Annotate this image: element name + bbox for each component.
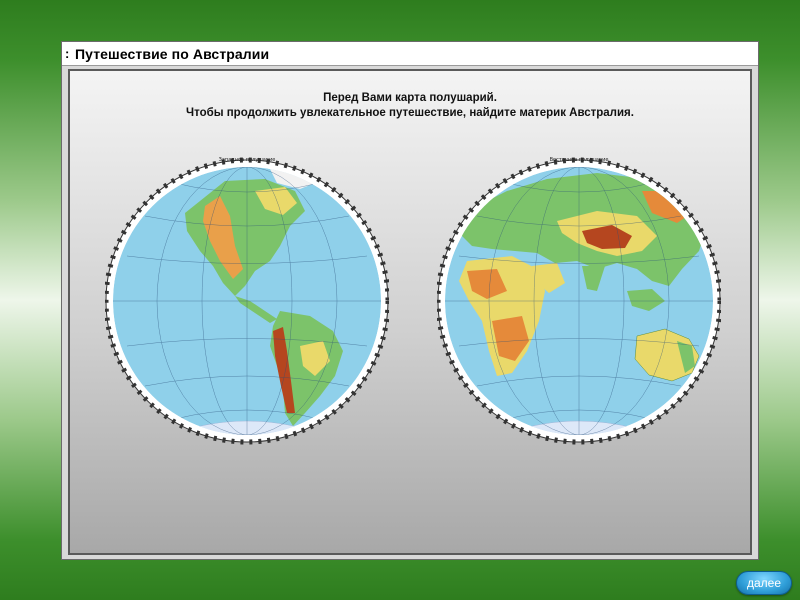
eastern-hemisphere-map[interactable]: Восточное полушарие — [437, 151, 721, 451]
instruction-line-2: Чтобы продолжить увлекательное путешеств… — [186, 107, 634, 119]
western-hemisphere-map[interactable]: Западное полушарие — [105, 151, 389, 451]
next-button[interactable]: далее — [736, 571, 792, 595]
instruction-line-1: Перед Вами карта полушарий. — [323, 92, 497, 104]
page-title: Путешествие по Австралии — [75, 45, 270, 62]
slide-frame: : Путешествие по Австралии Перед Вами ка… — [61, 41, 759, 560]
content-panel: Перед Вами карта полушарий. Чтобы продол… — [68, 69, 752, 555]
north-pole-label: Восточное полушарие — [550, 157, 609, 163]
instructions: Перед Вами карта полушарий. Чтобы продол… — [70, 91, 750, 121]
title-marker: : — [65, 46, 70, 61]
north-pole-label: Западное полушарие — [219, 157, 276, 163]
title-bar: : Путешествие по Австралии — [62, 42, 758, 66]
